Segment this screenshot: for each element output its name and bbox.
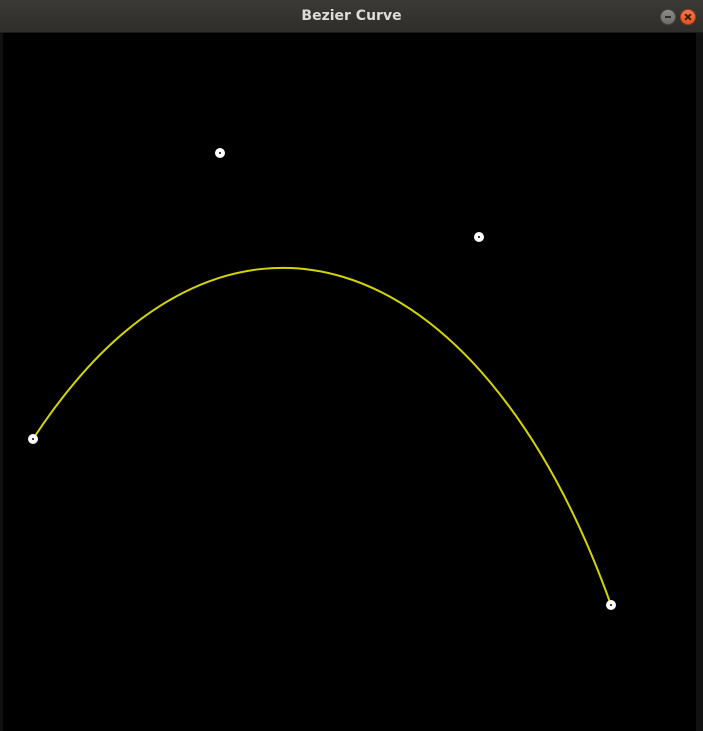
control-point-center — [610, 604, 612, 606]
control-point-2[interactable] — [215, 148, 225, 158]
bezier-svg[interactable] — [3, 33, 696, 731]
window-border-right — [696, 33, 703, 731]
close-button[interactable] — [680, 9, 696, 25]
control-point-4[interactable] — [606, 600, 616, 610]
title-bar[interactable]: Bezier Curve — [0, 0, 703, 33]
drawing-canvas[interactable] — [3, 33, 696, 731]
control-point-center — [32, 438, 34, 440]
control-point-1[interactable] — [28, 434, 38, 444]
control-point-center — [219, 152, 221, 154]
bezier-curve — [32, 266, 612, 606]
control-point-3[interactable] — [474, 232, 484, 242]
control-point-center — [478, 236, 480, 238]
minimize-button[interactable] — [660, 9, 676, 25]
window-title: Bezier Curve — [301, 8, 402, 24]
app-window: Bezier Curve — [0, 0, 703, 731]
